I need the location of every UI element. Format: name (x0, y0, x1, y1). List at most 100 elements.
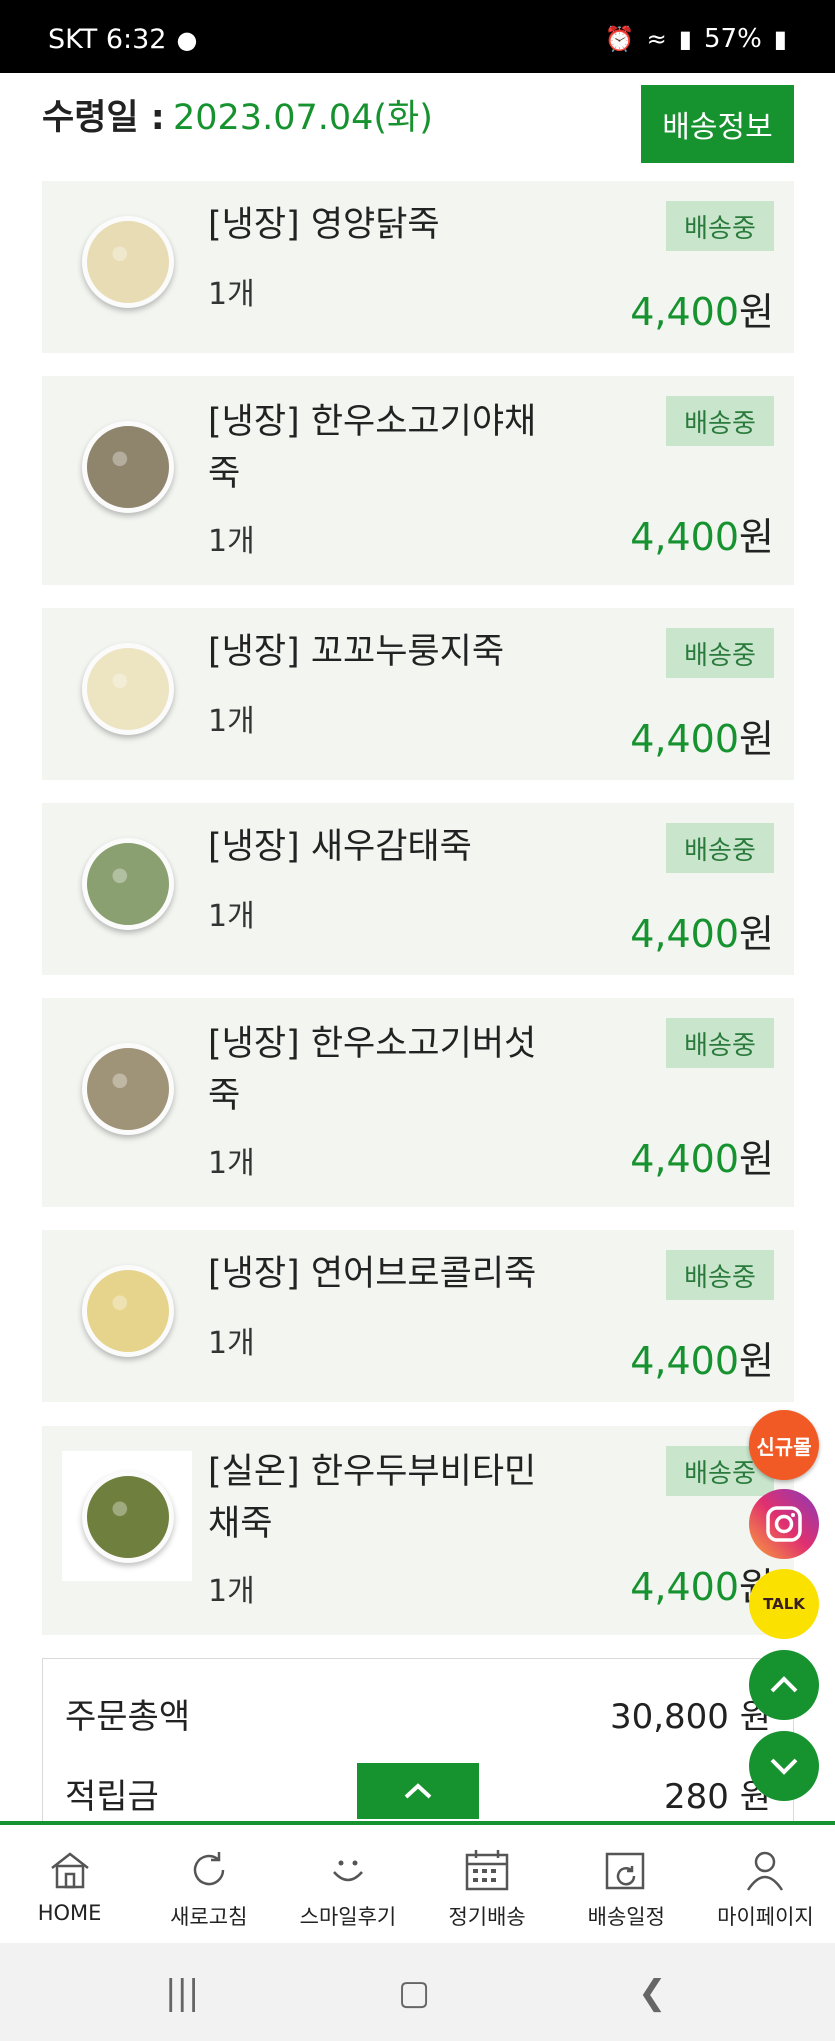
item-price: 4,400원 (630, 1330, 774, 1385)
item-price-currency: 원 (739, 290, 774, 334)
status-badge: 배송중 (666, 1018, 774, 1068)
item-price: 4,400원 (630, 903, 774, 958)
porridge-thumbnail (82, 1471, 174, 1563)
points-label: 적립금 (65, 1777, 159, 1817)
porridge-thumbnail (82, 421, 174, 513)
scroll-top-tab[interactable] (357, 1763, 479, 1819)
nav-item-delivery-schedule[interactable]: 배송일정 (557, 1825, 696, 1943)
porridge-thumbnail (82, 216, 174, 308)
item-price: 4,400원 (630, 1128, 774, 1183)
system-navigation-bar: ||| ▢ ❮ (0, 1943, 835, 2041)
item-name-line1: [냉장] 영양닭죽 (208, 205, 440, 245)
order-item-card[interactable]: [냉장] 영양닭죽 1개 배송중 4,400원 (42, 181, 794, 353)
signal-icon: ▮ (678, 25, 692, 53)
order-item-card[interactable]: [냉장] 연어브로콜리죽 1개 배송중 4,400원 (42, 1230, 794, 1402)
item-name: [냉장] 꼬꼬누룽지죽 (208, 626, 548, 678)
item-name-line1: [냉장] 새우감태죽 (208, 827, 472, 867)
order-item-card[interactable]: [냉장] 한우소고기야채 죽 1개 배송중 4,400원 (42, 376, 794, 585)
nav-label: 스마일후기 (299, 1905, 397, 1929)
wifi-icon: ≈ (646, 25, 667, 53)
chevron-up-icon (404, 1783, 432, 1799)
item-name-line2: 채죽 (208, 1504, 273, 1544)
order-item-card[interactable]: [냉장] 한우소고기버섯죽 1개 배송중 4,400원 (42, 998, 794, 1207)
nav-label: 배송일정 (587, 1905, 665, 1929)
item-name: [실온] 한우두부비타민 채죽 (208, 1446, 548, 1550)
order-item-card[interactable]: [냉장] 새우감태죽 1개 배송중 4,400원 (42, 803, 794, 975)
item-name-line1: [냉장] 한우소고기야채 (208, 402, 537, 442)
item-price-value: 4,400 (630, 912, 740, 956)
item-name: [냉장] 연어브로콜리죽 (208, 1248, 548, 1300)
nav-label: 새로고침 (170, 1905, 248, 1929)
order-item-card[interactable]: [냉장] 꼬꼬누룽지죽 1개 배송중 4,400원 (42, 608, 794, 780)
item-quantity: 1개 (208, 1146, 255, 1181)
nav-item-person[interactable]: 마이페이지 (696, 1825, 835, 1943)
carrier-time-text: SKT 6:32 (48, 24, 167, 55)
back-icon[interactable]: ❮ (638, 1973, 667, 2013)
item-price-value: 4,400 (630, 1565, 740, 1609)
new-mall-label: 신규몰 (756, 1434, 812, 1459)
status-bar: SKT 6:32 ● ⏰ ≈ ▮ 57% ▮ (0, 0, 835, 73)
item-name: [냉장] 영양닭죽 (208, 199, 548, 251)
chat-bubble-icon: ● (176, 25, 198, 54)
kakao-talk-label: TALK (763, 1595, 805, 1613)
nav-item-smile[interactable]: 스마일후기 (278, 1825, 417, 1943)
item-price: 4,400원 (630, 708, 774, 763)
nav-label: HOME (37, 1901, 102, 1925)
total-label: 주문총액 (65, 1697, 191, 1737)
total-value: 30,800 원 (609, 1697, 771, 1737)
receive-date-value: 2023.07.04(화) (173, 98, 433, 138)
nav-item-refresh[interactable]: 새로고침 (139, 1825, 278, 1943)
delivery-info-button[interactable]: 배송정보 (641, 85, 794, 163)
smile-icon (325, 1847, 371, 1893)
delivery-schedule-icon (603, 1847, 649, 1893)
item-price-value: 4,400 (630, 1137, 740, 1181)
status-badge: 배송중 (666, 201, 774, 251)
item-quantity: 1개 (208, 1326, 255, 1361)
item-price-value: 4,400 (630, 290, 740, 334)
calendar-icon (464, 1847, 510, 1893)
order-header: 수령일 : 2023.07.04(화) 배송정보 (0, 73, 835, 173)
item-name-line2: 죽 (208, 1076, 241, 1116)
status-badge: 배송중 (666, 823, 774, 873)
bottom-navigation: HOME 새로고침 스마일후기 정기배송 배송일정 마이페이지 (0, 1821, 835, 1943)
home-icon (47, 1847, 93, 1893)
item-price-value: 4,400 (630, 515, 740, 559)
item-name: [냉장] 한우소고기야채죽 (208, 396, 548, 500)
alarm-icon: ⏰ (604, 25, 635, 53)
chevron-up-icon (770, 1676, 798, 1693)
item-quantity: 1개 (208, 524, 255, 559)
status-carrier-time: SKT 6:32 ● (48, 24, 197, 55)
item-name-line2: 죽 (208, 454, 241, 494)
total-row: 주문총액 30,800 원 (65, 1689, 771, 1738)
item-name-line1: [냉장] 연어브로콜리죽 (208, 1254, 537, 1294)
status-badge: 배송중 (666, 1250, 774, 1300)
recent-apps-icon[interactable]: ||| (165, 1973, 199, 2013)
item-price-currency: 원 (739, 912, 774, 956)
item-price-currency: 원 (739, 717, 774, 761)
instagram-button[interactable] (749, 1489, 819, 1559)
person-icon (742, 1847, 788, 1893)
status-icons: ⏰ ≈ ▮ 57% ▮ (605, 24, 787, 54)
item-quantity: 1개 (208, 704, 255, 739)
chevron-down-icon (770, 1758, 798, 1775)
instagram-icon (766, 1506, 802, 1542)
nav-label: 정기배송 (448, 1905, 526, 1929)
item-quantity: 1개 (208, 899, 255, 934)
nav-label: 마이페이지 (717, 1905, 814, 1929)
nav-item-calendar[interactable]: 정기배송 (418, 1825, 557, 1943)
item-price-value: 4,400 (630, 717, 740, 761)
nav-item-home[interactable]: HOME (0, 1825, 139, 1943)
home-system-icon[interactable]: ▢ (398, 1973, 430, 2013)
kakao-talk-button[interactable]: TALK (749, 1569, 819, 1639)
item-quantity: 1개 (208, 1574, 255, 1609)
refresh-icon (186, 1847, 232, 1893)
new-mall-button[interactable]: 신규몰 (749, 1410, 819, 1480)
battery-text: 57% (703, 24, 762, 54)
item-name-line1: [냉장] 한우소고기버섯 (208, 1024, 537, 1064)
porridge-thumbnail (82, 838, 174, 930)
item-price: 4,400원 (630, 281, 774, 336)
scroll-down-button[interactable] (749, 1731, 819, 1801)
order-item-card[interactable]: [실온] 한우두부비타민채죽1개배송중4,400원 (42, 1426, 794, 1635)
scroll-up-button[interactable] (749, 1650, 819, 1720)
item-price-currency: 원 (739, 515, 774, 559)
